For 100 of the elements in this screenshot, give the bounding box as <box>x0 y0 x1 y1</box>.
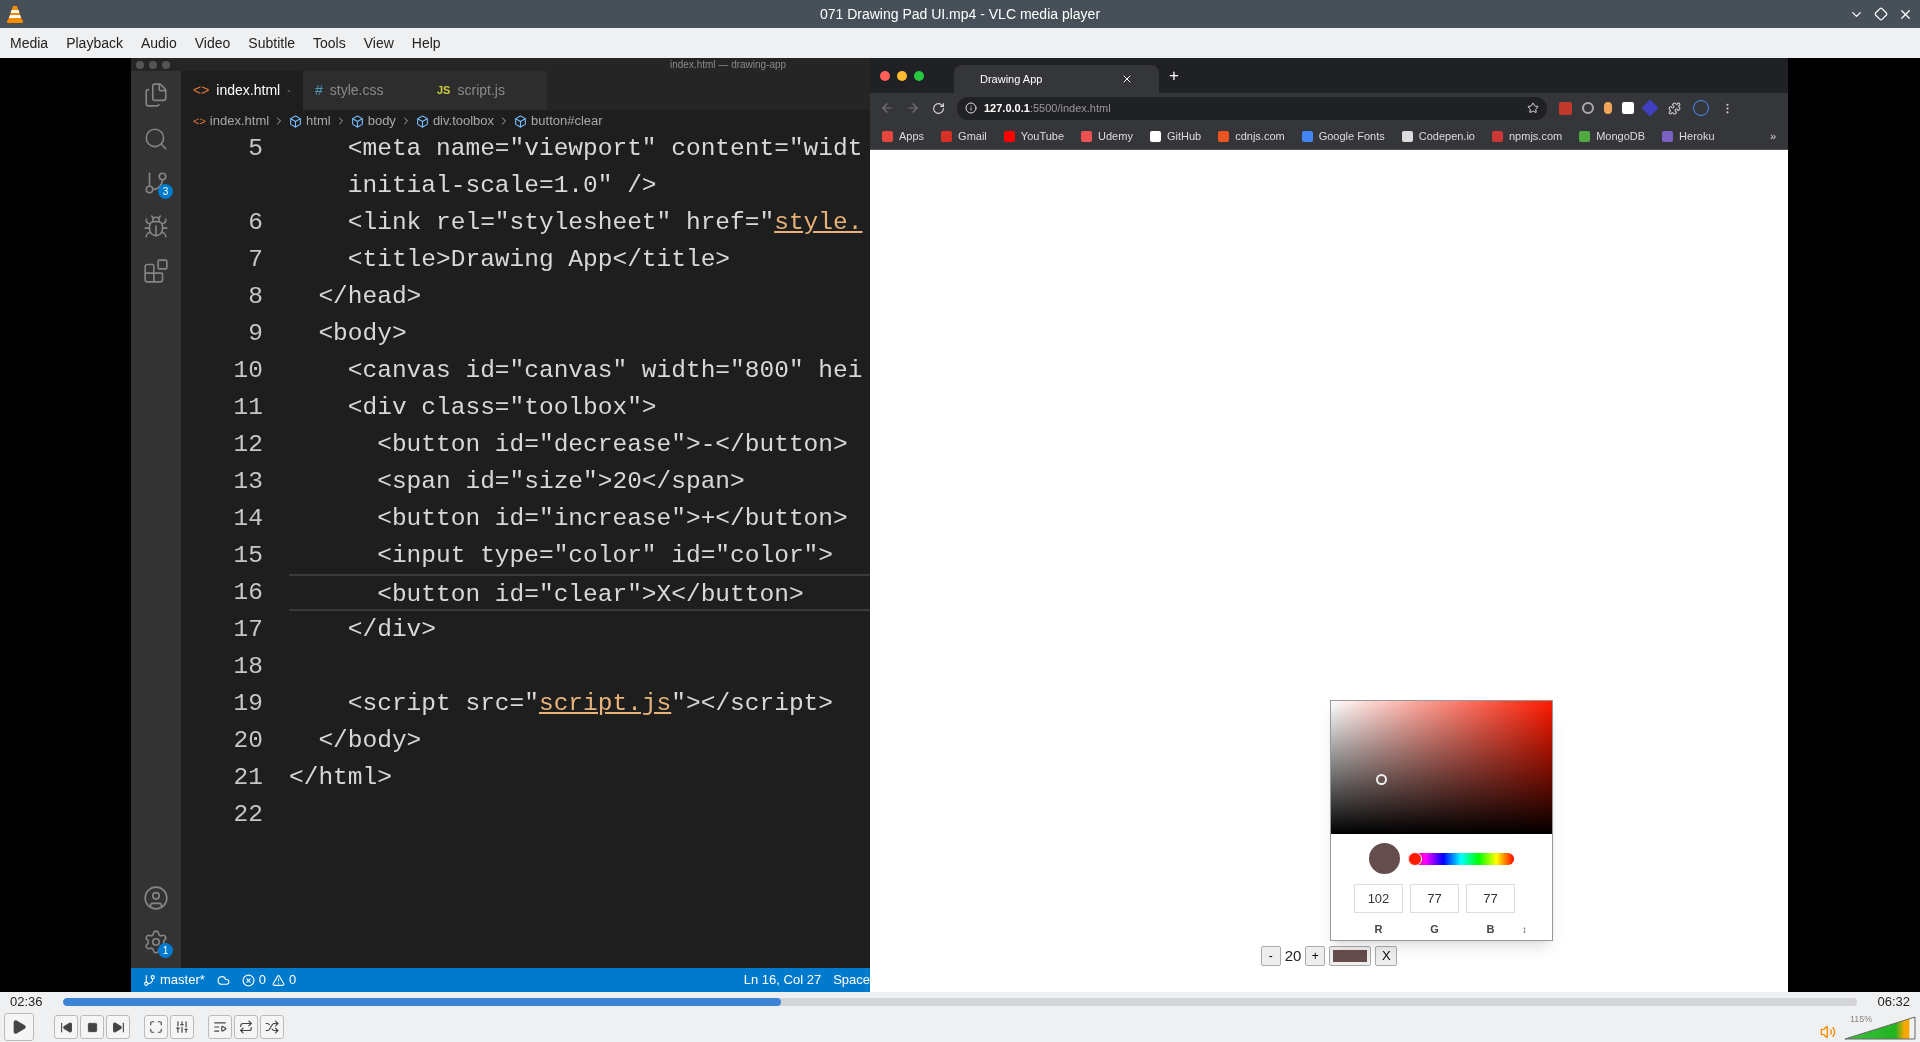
clear-button[interactable]: X <box>1375 945 1398 966</box>
picker-handle[interactable] <box>1376 774 1387 785</box>
menu-item[interactable]: Subtitle <box>240 32 304 54</box>
star-icon[interactable] <box>1527 102 1539 114</box>
extension-icon[interactable] <box>1582 102 1594 114</box>
settings-button[interactable] <box>170 1015 194 1039</box>
code-line: <meta name="viewport" content="widt <box>346 134 863 164</box>
menu-item[interactable]: Tools <box>305 32 354 54</box>
stop-button[interactable] <box>80 1015 104 1039</box>
extension-icon[interactable] <box>1604 102 1612 114</box>
line-number: 21 <box>233 764 263 791</box>
search-icon[interactable] <box>143 126 169 152</box>
next-icon <box>111 1020 125 1034</box>
branch-icon[interactable] <box>143 170 169 196</box>
mode-toggle[interactable]: ↕ <box>1522 921 1527 937</box>
shuffle-button[interactable] <box>260 1015 284 1039</box>
color-input[interactable] <box>1329 945 1372 966</box>
playlist-icon <box>213 1020 227 1034</box>
reload-icon[interactable] <box>932 101 945 115</box>
menu-item[interactable]: View <box>355 32 402 54</box>
menu-item[interactable]: Audio <box>132 32 185 54</box>
branch-name[interactable]: master* <box>160 970 205 990</box>
settings-icon[interactable] <box>143 929 169 955</box>
seek-bar[interactable] <box>62 998 1858 1006</box>
maximize-icon[interactable] <box>1874 6 1888 21</box>
tab-label: style.css <box>329 81 384 100</box>
files-icon[interactable] <box>143 82 169 108</box>
warning-count[interactable]: 0 <box>289 970 297 990</box>
decrease-button[interactable]: - <box>1260 945 1281 966</box>
back-icon[interactable] <box>880 101 894 115</box>
bookmark[interactable]: npmjs.com <box>1492 127 1563 145</box>
increase-button[interactable]: + <box>1305 945 1326 966</box>
bookmark[interactable]: MongoDB <box>1579 127 1646 145</box>
bookmark[interactable]: Udemy <box>1081 127 1133 145</box>
editor-tab[interactable]: # style.css <box>303 71 425 110</box>
breadcrumb[interactable]: body <box>367 111 396 131</box>
menu-item[interactable]: Help <box>403 32 449 54</box>
menu-item[interactable]: Playback <box>58 32 131 54</box>
menu-item[interactable]: Video <box>186 32 239 54</box>
line-number: 7 <box>248 246 263 273</box>
cursor-position[interactable]: Ln 16, Col 27 <box>743 970 822 990</box>
breadcrumb[interactable]: div.toolbox <box>432 111 495 131</box>
breadcrumb[interactable]: index.html <box>209 111 270 131</box>
code-line: <button id="increase">+</button> <box>376 504 848 534</box>
code-line: <input type="color" id="color"> <box>376 541 833 571</box>
play-button[interactable] <box>4 1013 34 1041</box>
extension-icon[interactable] <box>1622 102 1634 114</box>
channel-field[interactable]: 77 <box>1466 884 1515 913</box>
browser-tab[interactable]: Drawing App <box>954 65 1159 93</box>
bookmark[interactable]: cdnjs.com <box>1218 127 1285 145</box>
info-icon[interactable] <box>965 102 977 114</box>
new-tab-button[interactable]: + <box>1169 58 1179 93</box>
previous-icon <box>59 1020 73 1034</box>
playlist-button[interactable] <box>208 1015 232 1039</box>
bookmark[interactable]: YouTube <box>1003 127 1065 145</box>
color-swatch <box>1369 843 1400 874</box>
volume-reading: 115% <box>1850 1013 1873 1026</box>
bug-icon[interactable] <box>143 214 169 240</box>
bookmark[interactable]: Codepen.io <box>1401 127 1475 145</box>
address-bar[interactable]: 127.0.0.1:5500/index.html <box>957 96 1547 120</box>
channel-field[interactable]: 102 <box>1354 884 1403 913</box>
indent-setting[interactable]: Space <box>833 970 870 990</box>
previous-button[interactable] <box>54 1015 78 1039</box>
bookmark[interactable]: Heroku <box>1662 127 1715 145</box>
next-button[interactable] <box>106 1015 130 1039</box>
line-number: 17 <box>233 616 263 643</box>
line-number: 13 <box>233 468 263 495</box>
breadcrumb[interactable]: html <box>306 111 331 131</box>
line-number: 5 <box>248 135 263 162</box>
url-text: 127.0.0.1:5500/index.html <box>984 100 1111 116</box>
editor-title: index.html — drawing-app <box>670 59 787 70</box>
loop-button[interactable] <box>234 1015 258 1039</box>
code-line: </body> <box>317 726 422 756</box>
bookmark[interactable]: GitHub <box>1149 127 1202 145</box>
code-line: </div> <box>346 615 437 645</box>
saturation-area[interactable] <box>1331 701 1552 834</box>
error-count[interactable]: 0 <box>258 970 267 990</box>
bookmark[interactable]: Apps <box>882 127 925 145</box>
cube-icon <box>514 114 528 128</box>
cube-icon <box>350 114 364 128</box>
editor-tab[interactable]: JS script.js <box>425 71 547 110</box>
more-bookmarks[interactable]: » <box>1769 127 1776 145</box>
close-icon[interactable] <box>1121 73 1133 85</box>
account-icon[interactable] <box>143 885 169 911</box>
fullscreen-button[interactable] <box>144 1015 168 1039</box>
hue-thumb[interactable] <box>1408 851 1422 866</box>
cloud-icon[interactable] <box>216 973 230 987</box>
menu-item[interactable]: Media <box>2 32 57 54</box>
breadcrumb[interactable]: button#clear <box>531 111 603 131</box>
puzzle-icon[interactable] <box>1668 101 1681 115</box>
forward-icon[interactable] <box>906 101 920 115</box>
blocks-icon[interactable] <box>143 258 169 284</box>
bookmark[interactable]: Gmail <box>941 127 987 145</box>
hue-slider[interactable] <box>1408 852 1514 865</box>
cube-icon <box>415 114 429 128</box>
tab-label: script.js <box>457 81 505 100</box>
bookmark[interactable]: Google Fonts <box>1301 127 1385 145</box>
cube-icon <box>289 114 303 128</box>
editor-tab[interactable]: <> index.html <box>181 71 303 110</box>
channel-field[interactable]: 77 <box>1410 884 1459 913</box>
